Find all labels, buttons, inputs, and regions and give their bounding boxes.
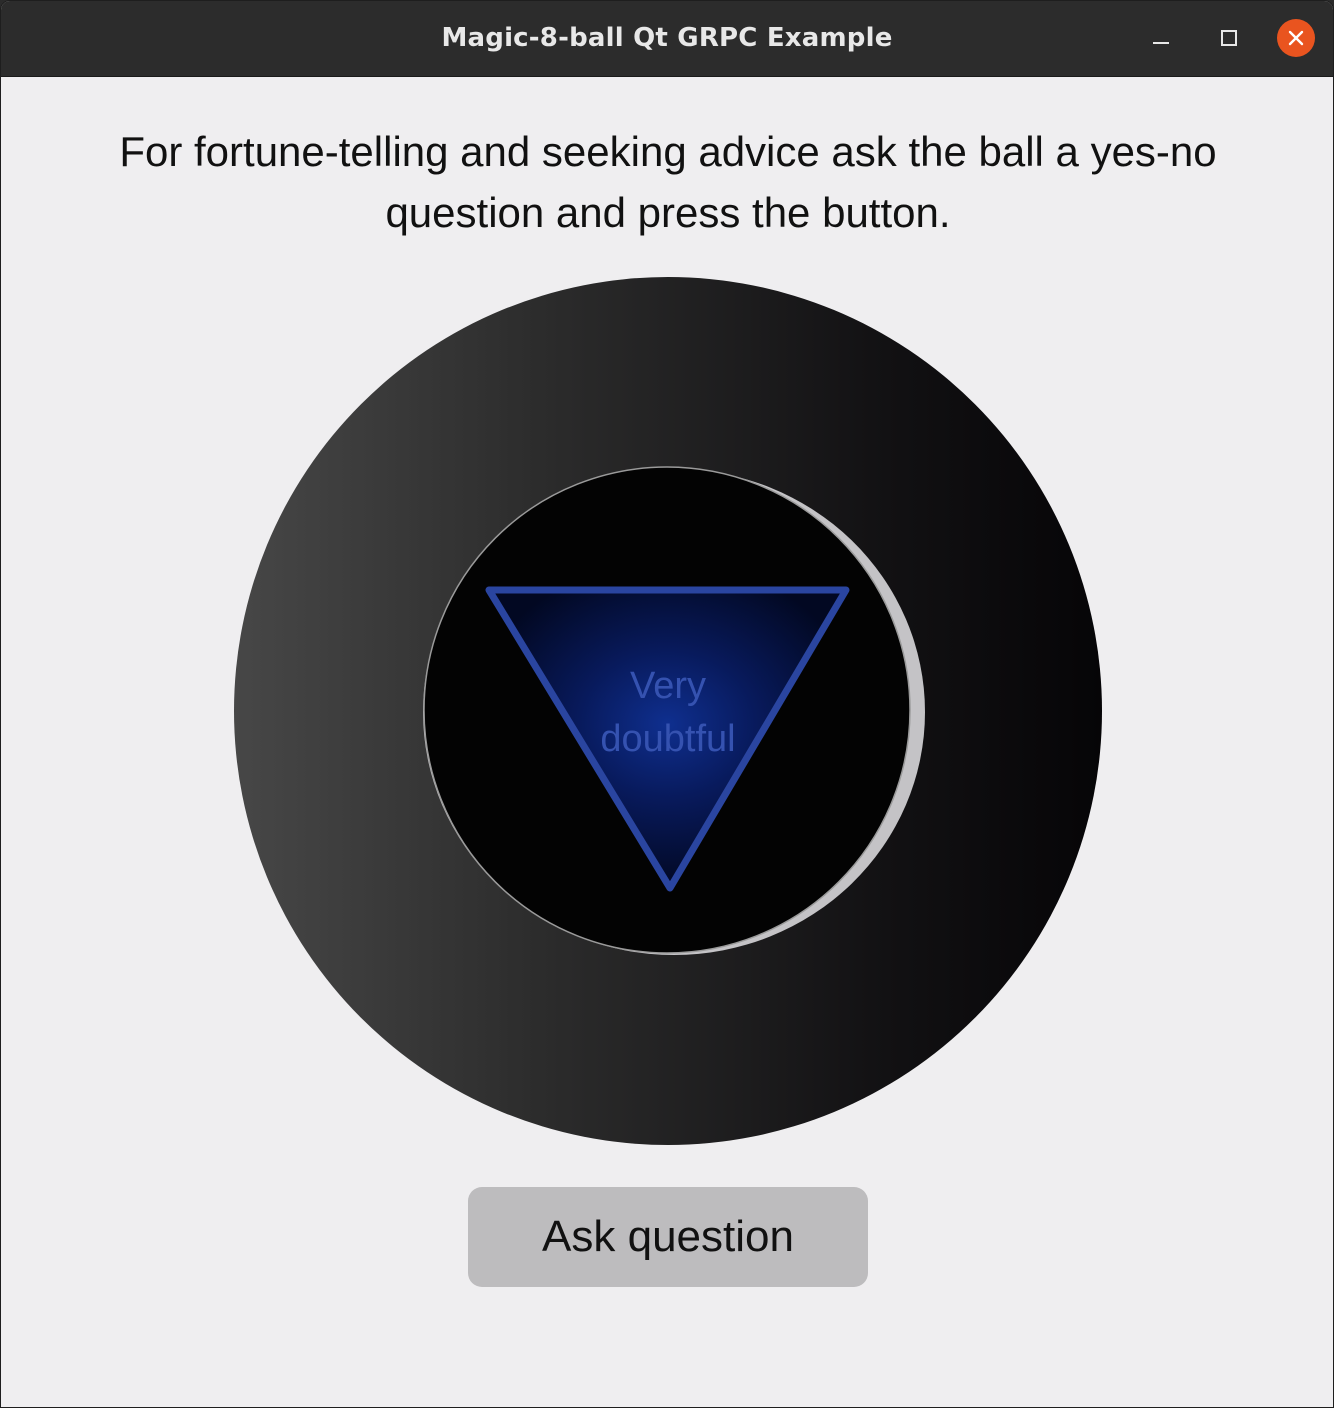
main-content: For fortune-telling and seeking advice a… bbox=[1, 77, 1333, 1407]
minimize-icon bbox=[1153, 42, 1169, 44]
close-button[interactable] bbox=[1277, 19, 1315, 57]
maximize-icon bbox=[1221, 30, 1237, 46]
ask-question-button[interactable]: Ask question bbox=[468, 1187, 868, 1287]
answer-text-line1: Very bbox=[630, 665, 706, 707]
title-bar[interactable]: Magic-8-ball Qt GRPC Example bbox=[1, 1, 1333, 77]
close-icon bbox=[1288, 30, 1304, 46]
magic-8-ball: Very doubtful bbox=[234, 277, 1102, 1145]
window-title: Magic-8-ball Qt GRPC Example bbox=[441, 23, 893, 53]
instruction-text: For fortune-telling and seeking advice a… bbox=[119, 128, 1217, 236]
app-window: Magic-8-ball Qt GRPC Example For fortune… bbox=[0, 0, 1334, 1408]
answer-text-line2: doubtful bbox=[600, 718, 735, 760]
maximize-button[interactable] bbox=[1210, 19, 1248, 57]
minimize-button[interactable] bbox=[1142, 19, 1180, 57]
